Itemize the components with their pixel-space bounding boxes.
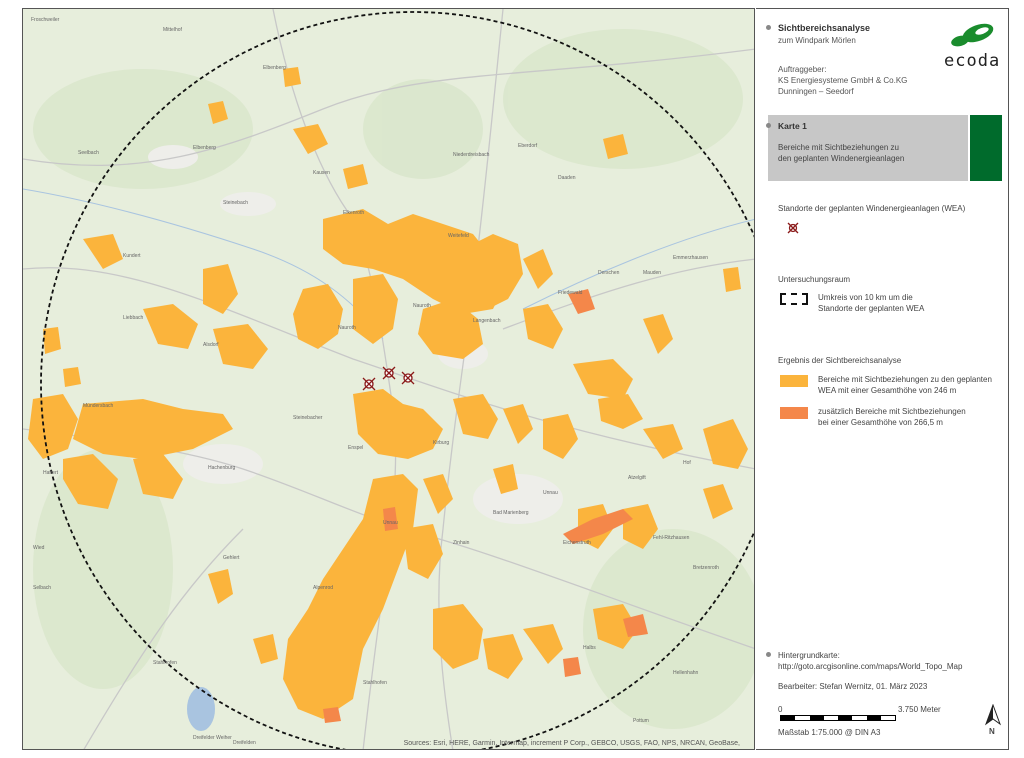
svg-text:Bad Marienberg: Bad Marienberg [493, 510, 529, 516]
svg-text:Alsdorf: Alsdorf [203, 342, 219, 348]
svg-text:Alpenrod: Alpenrod [313, 585, 333, 591]
svg-text:Mündersbach: Mündersbach [83, 403, 114, 409]
basemap-label: Hintergrundkarte: [778, 651, 840, 660]
svg-text:Halbs: Halbs [583, 645, 596, 651]
svg-text:Hellenhahn: Hellenhahn [673, 670, 699, 676]
svg-text:Selbach: Selbach [33, 585, 51, 591]
result-heading: Ergebnis der Sichtbereichsanalyse [778, 356, 902, 365]
svg-text:Hattert: Hattert [43, 470, 59, 476]
svg-text:Kundert: Kundert [123, 253, 141, 259]
svg-text:Zinhain: Zinhain [453, 540, 470, 546]
visibility-246-label-line: WEA mit einer Gesamthöhe von 246 m [818, 386, 957, 395]
visibility-246-label-line: Bereiche mit Sichtbeziehungen zu den gep… [818, 375, 992, 384]
bullet-dot [766, 25, 771, 30]
map-description-line: Bereiche mit Sichtbeziehungen zu [778, 143, 899, 152]
client-name: KS Energiesysteme GmbH & Co.KG [778, 76, 908, 85]
map-frame[interactable]: Froschweiler Mittelhof Elbenberg Elbenbe… [22, 8, 755, 750]
svg-text:Stahlhofen: Stahlhofen [363, 680, 387, 686]
ecoda-logo-text: ecoda [944, 51, 1001, 71]
svg-text:Fehl-Ritzhausen: Fehl-Ritzhausen [653, 535, 690, 541]
north-arrow-icon [984, 704, 1002, 726]
svg-text:Langenbach: Langenbach [473, 318, 501, 324]
north-label: N [989, 727, 995, 736]
bullet-dot [766, 123, 771, 128]
svg-text:Kausen: Kausen [313, 170, 330, 176]
svg-text:Derschen: Derschen [598, 270, 620, 276]
svg-text:Nauroth: Nauroth [338, 325, 356, 331]
map-attribution: Sources: Esri, HERE, Garmin, Intermap, i… [403, 740, 740, 747]
visibility-246-swatch [780, 375, 808, 387]
client-address: Dunningen – Seedorf [778, 87, 854, 96]
map-subtitle: zum Windpark Mörlen [778, 36, 856, 45]
svg-text:Stahlhofen: Stahlhofen [153, 660, 177, 666]
client-label: Auftraggeber: [778, 65, 827, 74]
scale-end: 3.750 Meter [898, 705, 941, 714]
svg-text:Unnau: Unnau [383, 520, 398, 526]
svg-text:Bretzenroth: Bretzenroth [693, 565, 719, 571]
map-number: Karte 1 [778, 121, 807, 131]
wea-heading: Standorte der geplanten Windenergieanlag… [778, 204, 966, 213]
visibility-266-label-line: bei einer Gesamthöhe von 266,5 m [818, 418, 943, 427]
study-area-symbol [780, 293, 808, 305]
svg-text:Pottum: Pottum [633, 718, 649, 724]
scale-text: Maßstab 1:75.000 @ DIN A3 [778, 728, 881, 737]
svg-text:Unnau: Unnau [543, 490, 558, 496]
basemap-info: Hintergrundkarte: http://goto.arcgisonli… [778, 650, 962, 672]
svg-text:Seelbach: Seelbach [78, 150, 99, 156]
svg-text:Eberdorf: Eberdorf [518, 143, 538, 149]
svg-text:Steinebacher: Steinebacher [293, 415, 323, 421]
map-number-accent [970, 115, 1002, 181]
svg-text:Kirburg: Kirburg [433, 440, 449, 446]
svg-text:Emmerzhausen: Emmerzhausen [673, 255, 708, 261]
svg-text:Hachenburg: Hachenburg [208, 465, 235, 471]
svg-text:Elkenroth: Elkenroth [343, 210, 364, 216]
editor-info: Bearbeiter: Stefan Wernitz, 01. März 202… [778, 682, 928, 691]
wea-symbol-icon [787, 222, 799, 234]
visibility-266-label: zusätzlich Bereiche mit Sichtbeziehungen… [818, 406, 1003, 428]
svg-text:Liebbach: Liebbach [123, 315, 144, 321]
visibility-266-label-line: zusätzlich Bereiche mit Sichtbeziehungen [818, 407, 966, 416]
svg-text:Dreifelden: Dreifelden [233, 740, 256, 746]
svg-text:Enspel: Enspel [348, 445, 363, 451]
svg-text:Mittelhof: Mittelhof [163, 27, 183, 33]
map-description-line: den geplanten Windenergieanlagen [778, 154, 905, 163]
svg-text:Weitefeld: Weitefeld [448, 233, 469, 239]
svg-text:Elbenberg: Elbenberg [193, 145, 216, 151]
scale-start: 0 [778, 705, 783, 714]
study-area-heading: Untersuchungsraum [778, 275, 851, 284]
svg-text:Niederdreisbach: Niederdreisbach [453, 152, 490, 158]
scale-bar [780, 715, 896, 721]
map-description: Bereiche mit Sichtbeziehungen zu den gep… [778, 142, 958, 164]
study-area-label-line: Standorte der geplanten WEA [818, 304, 925, 313]
client-info: Auftraggeber: KS Energiesysteme GmbH & C… [778, 64, 907, 97]
bullet-dot [766, 652, 771, 657]
visibility-246-label: Bereiche mit Sichtbeziehungen zu den gep… [818, 374, 1003, 396]
svg-text:Dreifelder Weiher: Dreifelder Weiher [193, 735, 232, 741]
basemap-url: http://goto.arcgisonline.com/maps/World_… [778, 662, 963, 671]
visibility-266-swatch [780, 407, 808, 419]
study-area-label: Umkreis von 10 km um die Standorte der g… [818, 292, 1003, 314]
svg-text:Daaden: Daaden [558, 175, 576, 181]
svg-text:Hof: Hof [683, 460, 691, 466]
svg-text:Atzelgift: Atzelgift [628, 475, 646, 481]
svg-text:Elbenberg: Elbenberg [263, 65, 286, 71]
svg-text:Eichenstruth: Eichenstruth [563, 540, 591, 546]
svg-text:Gehlert: Gehlert [223, 555, 240, 561]
svg-text:Mauden: Mauden [643, 270, 661, 276]
svg-text:Steinebach: Steinebach [223, 200, 248, 206]
legend-panel: Sichtbereichsanalyse zum Windpark Mörlen… [756, 8, 1009, 750]
svg-text:Friedewald: Friedewald [558, 290, 583, 296]
study-area-label-line: Umkreis von 10 km um die [818, 293, 913, 302]
svg-text:Nauroth: Nauroth [413, 303, 431, 309]
map-canvas: Froschweiler Mittelhof Elbenberg Elbenbe… [23, 9, 754, 749]
map-title: Sichtbereichsanalyse [778, 23, 871, 33]
svg-text:Wied: Wied [33, 545, 45, 551]
svg-text:Froschweiler: Froschweiler [31, 17, 60, 23]
